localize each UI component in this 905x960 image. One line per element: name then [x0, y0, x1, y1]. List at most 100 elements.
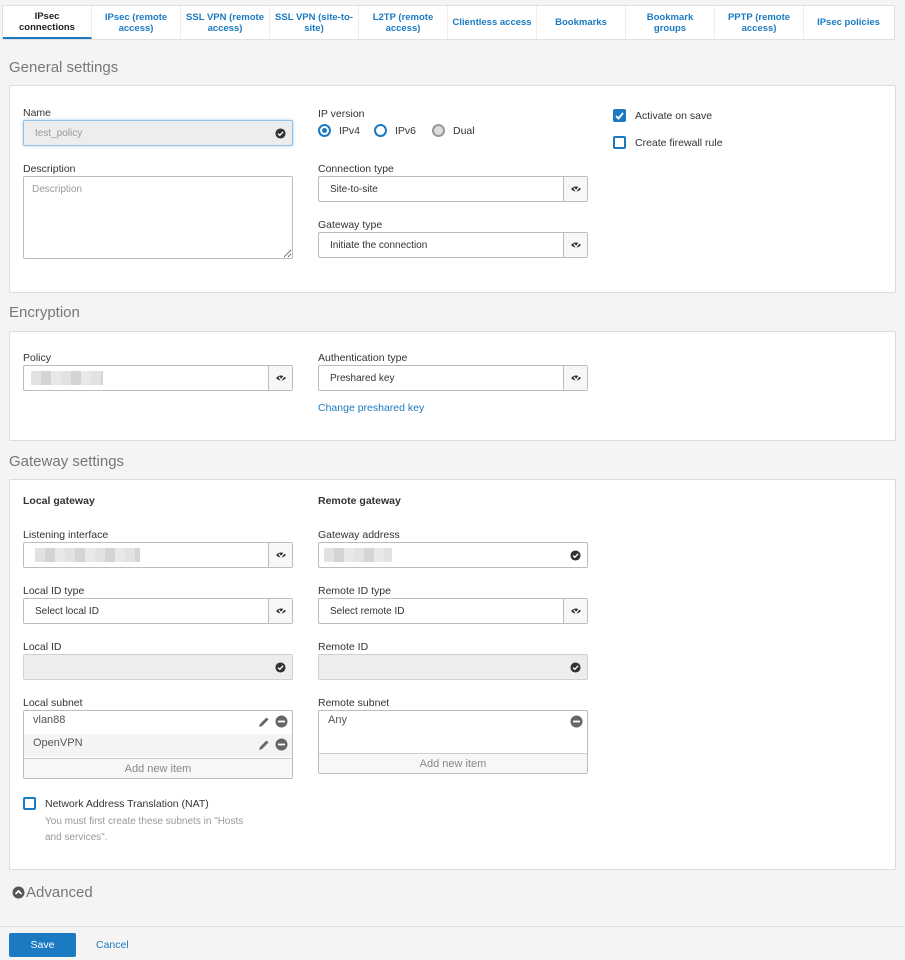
ip-version-label: IP version — [318, 108, 365, 120]
change-preshared-key-link[interactable]: Change preshared key — [318, 402, 424, 414]
check-circle-icon — [275, 128, 286, 139]
dropdown-chevron-icon[interactable] — [563, 599, 587, 623]
encryption-panel: Policy Authentication type Preshared key… — [9, 331, 896, 441]
redacted-value — [324, 548, 392, 562]
tab-l2tp-remote-access[interactable]: L2TP (remote access) — [359, 6, 448, 39]
description-textarea[interactable] — [23, 176, 293, 259]
checkbox-checked-icon — [613, 109, 626, 122]
local-gateway-heading: Local gateway — [23, 495, 95, 507]
remote-id-type-value: Select remote ID — [330, 606, 405, 617]
radio-ipv4-dot — [318, 124, 331, 137]
advanced-toggle[interactable]: Advanced — [12, 884, 93, 901]
name-value: test_policy — [35, 128, 83, 139]
radio-ipv4[interactable]: IPv4 — [318, 124, 360, 137]
tab-ipsec-remote-access[interactable]: IPsec (remote access) — [92, 6, 181, 39]
local-subnet-label: Local subnet — [23, 697, 83, 709]
save-button[interactable]: Save — [9, 933, 76, 957]
add-remote-subnet-button[interactable]: Add new item — [319, 753, 587, 773]
encryption-title: Encryption — [9, 304, 80, 321]
create-firewall-rule-checkbox[interactable]: Create firewall rule — [613, 136, 723, 149]
nat-hint-line-2: and services". — [45, 832, 108, 843]
list-item: OpenVPN — [24, 734, 292, 757]
pencil-icon[interactable] — [258, 716, 270, 728]
dropdown-chevron-icon[interactable] — [268, 599, 292, 623]
radio-ipv4-label: IPv4 — [339, 124, 361, 137]
advanced-label: Advanced — [26, 884, 93, 901]
tab-ipsec-policies[interactable]: IPsec policies — [804, 6, 893, 39]
general-settings-panel: Name test_policy Description IP version … — [9, 85, 896, 293]
general-settings-title: General settings — [9, 59, 119, 76]
connection-type-label: Connection type — [318, 163, 394, 175]
nat-label: Network Address Translation (NAT) — [45, 797, 209, 810]
redacted-value — [35, 548, 140, 562]
check-circle-icon — [570, 550, 581, 561]
radio-ipv6[interactable]: IPv6 — [374, 124, 416, 137]
checkbox-empty-icon — [613, 136, 626, 149]
cancel-button[interactable]: Cancel — [96, 939, 129, 951]
remote-subnet-list: Any Add new item — [318, 710, 588, 774]
tab-bar: IPsec connections IPsec (remote access) … — [2, 5, 895, 40]
nat-hint-line-1: You must first create these subnets in "… — [45, 816, 244, 827]
pencil-icon[interactable] — [258, 739, 270, 751]
add-local-subnet-button[interactable]: Add new item — [24, 758, 292, 778]
description-label: Description — [23, 163, 76, 175]
tab-bookmarks[interactable]: Bookmarks — [537, 6, 626, 39]
dropdown-chevron-icon[interactable] — [563, 233, 587, 257]
connection-type-select[interactable]: Site-to-site — [318, 176, 588, 202]
list-item: Any — [319, 711, 587, 734]
tab-ssl-vpn-site-to-site[interactable]: SSL VPN (site-to-site) — [270, 6, 359, 39]
create-firewall-rule-label: Create firewall rule — [635, 136, 723, 149]
dropdown-chevron-icon[interactable] — [563, 366, 587, 390]
policy-label: Policy — [23, 352, 52, 364]
local-id-type-select[interactable]: Select local ID — [23, 598, 293, 624]
remove-circle-icon[interactable] — [275, 715, 288, 728]
auth-type-value: Preshared key — [330, 373, 395, 384]
footer-bar — [0, 926, 905, 960]
gateway-type-value: Initiate the connection — [330, 240, 428, 251]
auth-type-select[interactable]: Preshared key — [318, 365, 588, 391]
auth-type-label: Authentication type — [318, 352, 408, 364]
listening-interface-label: Listening interface — [23, 529, 109, 541]
activate-on-save-checkbox[interactable]: Activate on save — [613, 109, 712, 122]
subnet-name: OpenVPN — [33, 737, 83, 749]
local-id-field[interactable] — [23, 654, 293, 680]
remote-id-type-label: Remote ID type — [318, 585, 391, 597]
radio-dual-label: Dual — [453, 124, 475, 137]
check-circle-icon — [570, 662, 581, 673]
connection-type-value: Site-to-site — [330, 184, 378, 195]
tab-clientless-access[interactable]: Clientless access — [448, 6, 537, 39]
radio-ipv6-label: IPv6 — [395, 124, 417, 137]
list-item: vlan88 — [24, 711, 292, 734]
radio-dual-dot — [432, 124, 445, 137]
gateway-type-label: Gateway type — [318, 219, 383, 231]
subnet-name: Any — [328, 714, 347, 726]
dropdown-chevron-icon[interactable] — [563, 177, 587, 201]
name-label: Name — [23, 107, 52, 119]
remote-id-label: Remote ID — [318, 641, 369, 653]
dropdown-chevron-icon[interactable] — [268, 366, 292, 390]
remote-subnet-label: Remote subnet — [318, 697, 390, 709]
remove-circle-icon[interactable] — [275, 738, 288, 751]
name-field[interactable]: test_policy — [23, 120, 293, 146]
tab-ssl-vpn-remote-access[interactable]: SSL VPN (remote access) — [181, 6, 270, 39]
radio-ipv6-dot — [374, 124, 387, 137]
tab-ipsec-connections[interactable]: IPsec connections — [3, 6, 92, 39]
listening-interface-select[interactable] — [23, 542, 293, 568]
local-id-type-label: Local ID type — [23, 585, 85, 597]
nat-hint: You must first create these subnets in "… — [45, 814, 243, 846]
local-subnet-list: vlan88 OpenVPN Add new item — [23, 710, 293, 779]
dropdown-chevron-icon[interactable] — [268, 543, 292, 567]
remote-id-type-select[interactable]: Select remote ID — [318, 598, 588, 624]
tab-bookmark-groups[interactable]: Bookmark groups — [626, 6, 715, 39]
remote-id-field[interactable] — [318, 654, 588, 680]
checkbox-empty-icon — [23, 797, 36, 810]
nat-checkbox[interactable]: Network Address Translation (NAT) — [23, 797, 209, 810]
chevron-up-circle-icon — [12, 886, 25, 899]
gateway-type-select[interactable]: Initiate the connection — [318, 232, 588, 258]
gateway-address-field[interactable] — [318, 542, 588, 568]
policy-select[interactable] — [23, 365, 293, 391]
radio-dual[interactable]: Dual — [432, 124, 475, 137]
gateway-settings-title: Gateway settings — [9, 453, 125, 470]
tab-pptp-remote-access[interactable]: PPTP (remote access) — [715, 6, 804, 39]
remove-circle-icon[interactable] — [570, 715, 583, 728]
